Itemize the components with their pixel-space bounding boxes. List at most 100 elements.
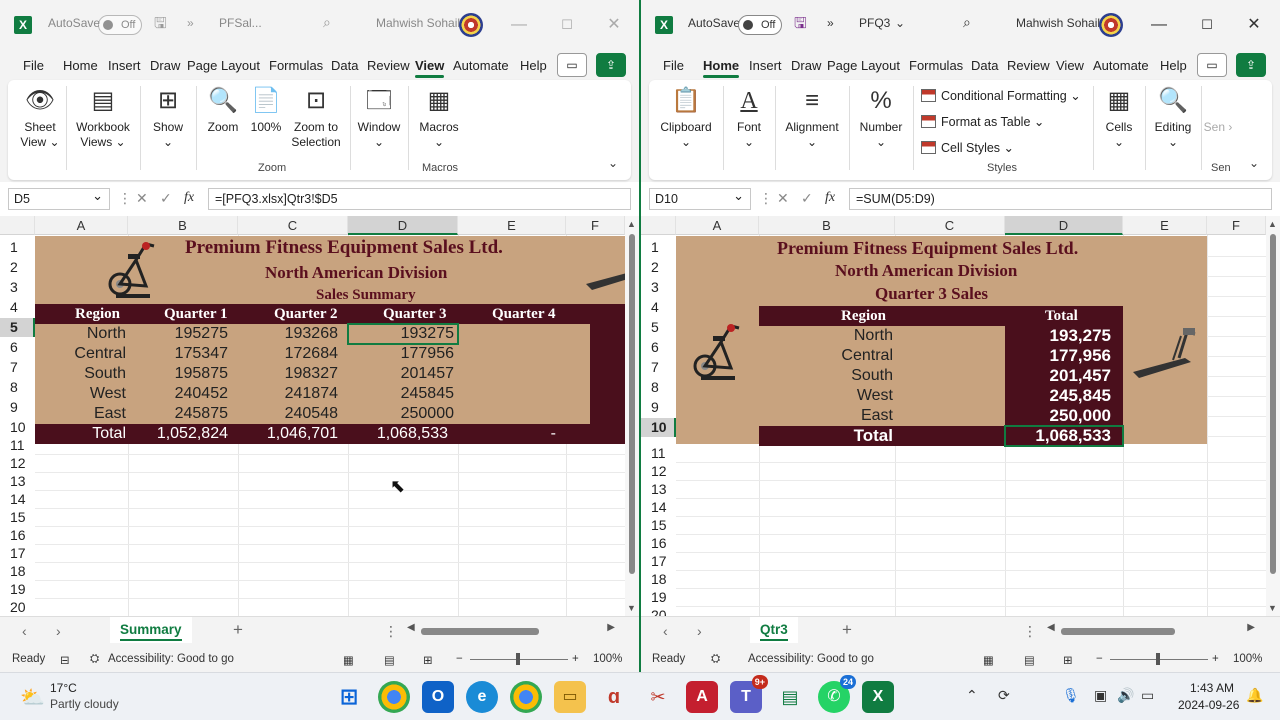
outlook-icon[interactable]: O (422, 681, 454, 713)
menu-help[interactable]: Help (1160, 58, 1187, 73)
editing-button[interactable]: 🔍 Editing ⌄ (1149, 86, 1197, 150)
total-value-cell[interactable]: 193,275 (1005, 326, 1111, 346)
column-header-a[interactable]: A (35, 216, 128, 235)
row-header-9[interactable]: 9 (641, 398, 676, 417)
zoom-level[interactable]: 100% (1233, 653, 1262, 665)
sensitivity-button[interactable]: Sen › (1203, 86, 1233, 135)
sync-icon[interactable]: ⟳ (998, 687, 1010, 704)
row-header-14[interactable]: 14 (0, 490, 35, 509)
formula-input[interactable]: =[PFQ3.xlsx]Qtr3!$D5 (208, 188, 631, 210)
menu-file[interactable]: File (663, 58, 684, 73)
row-header-19[interactable]: 19 (641, 588, 676, 607)
volume-icon[interactable]: 🔊 (1117, 687, 1134, 704)
vertical-scrollbar[interactable]: ▲ ▼ (1266, 216, 1280, 616)
menu-automate[interactable]: Automate (1093, 58, 1149, 73)
next-sheet-icon[interactable]: › (56, 623, 61, 639)
q1-cell[interactable]: 245875 (128, 404, 228, 424)
total-q1[interactable]: 1,052,824 (128, 424, 228, 444)
workbook-views-button[interactable]: ▤ Workbook Views ⌄ (72, 86, 134, 150)
menu-automate[interactable]: Automate (453, 58, 509, 73)
row-header-9[interactable]: 9 (0, 398, 35, 417)
row-header-11[interactable]: 11 (641, 444, 676, 463)
tab-options-icon[interactable]: ⋮ (384, 623, 398, 640)
save-icon[interactable]: 🖫 (794, 13, 807, 38)
zoom-level[interactable]: 100% (593, 653, 622, 665)
total-label[interactable]: Total (759, 426, 893, 446)
menu-formulas[interactable]: Formulas (269, 58, 323, 73)
cancel-icon[interactable]: ✕ (777, 190, 789, 207)
enter-icon[interactable]: ✓ (801, 190, 813, 207)
region-cell[interactable]: East (759, 406, 893, 426)
clock-time[interactable]: 1:43 AM (1190, 681, 1234, 695)
close-icon[interactable]: ✕ (1241, 12, 1267, 38)
zoom-to-selection-button[interactable]: ⊡ Zoom to Selection (288, 86, 344, 150)
maximize-icon[interactable]: ☐ (1194, 12, 1220, 38)
q3-cell[interactable]: 201457 (348, 364, 454, 384)
row-header-10[interactable]: 10 (0, 418, 35, 437)
column-header-e[interactable]: E (458, 216, 566, 235)
menu-review[interactable]: Review (367, 58, 410, 73)
formula-input[interactable]: =SUM(D5:D9) (849, 188, 1272, 210)
column-header-b[interactable]: B (128, 216, 238, 235)
row-header-8[interactable]: 8 (641, 378, 676, 397)
menu-home[interactable]: Home (703, 58, 740, 78)
menu-insert[interactable]: Insert (749, 58, 782, 73)
ribbon-collapse-icon[interactable]: ⌄ (608, 156, 618, 170)
row-header-2[interactable]: 2 (0, 258, 35, 277)
weather-desc[interactable]: Partly cloudy (50, 697, 119, 711)
column-header-c[interactable]: C (895, 216, 1005, 235)
row-header-8[interactable]: 8 (0, 378, 35, 397)
q2-cell[interactable]: 172684 (238, 344, 338, 364)
zoom-100-button[interactable]: 📄 100% (248, 86, 284, 135)
comments-icon[interactable]: ▭ (557, 53, 587, 77)
row-header-1[interactable]: 1 (0, 238, 35, 257)
access-icon[interactable]: A (686, 681, 718, 713)
show-hidden-icons[interactable]: ⌃ (966, 687, 978, 704)
name-box[interactable]: D5 (8, 186, 110, 210)
network-icon[interactable]: ▣ (1094, 687, 1107, 704)
total-value-cell[interactable]: 201,457 (1005, 366, 1111, 386)
conditional-formatting-button[interactable]: Conditional Formatting ⌄ (921, 88, 1081, 103)
corner-select-all[interactable] (0, 216, 35, 235)
row-header-2[interactable]: 2 (641, 258, 676, 277)
region-cell[interactable]: North (35, 324, 126, 344)
ribbon-collapse-icon[interactable]: ⌄ (1249, 156, 1259, 170)
microphone-icon[interactable]: 🎙 (1062, 687, 1080, 704)
region-cell[interactable]: Central (759, 346, 893, 366)
row-header-15[interactable]: 15 (0, 508, 35, 527)
row-header-12[interactable]: 12 (0, 454, 35, 473)
menu-review[interactable]: Review (1007, 58, 1050, 73)
row-header-17[interactable]: 17 (641, 552, 676, 571)
macro-record-icon[interactable]: ⊟ (60, 653, 70, 667)
cancel-icon[interactable]: ✕ (136, 190, 148, 207)
page-break-icon[interactable]: ⊞ (1063, 653, 1073, 667)
row-header-4[interactable]: 4 (0, 298, 35, 317)
accessibility-icon[interactable]: ⛭ (90, 653, 99, 666)
row-header-3[interactable]: 3 (0, 278, 35, 297)
clock-date[interactable]: 2024-09-26 (1178, 698, 1239, 712)
name-box[interactable]: D10 (649, 186, 751, 210)
vertical-scrollbar[interactable]: ▲ ▼ (625, 216, 639, 616)
row-header-15[interactable]: 15 (641, 516, 676, 535)
column-header-c[interactable]: C (238, 216, 348, 235)
q1-cell[interactable]: 175347 (128, 344, 228, 364)
menu-draw[interactable]: Draw (791, 58, 821, 73)
normal-view-icon[interactable]: ▦ (983, 653, 994, 667)
prev-sheet-icon[interactable]: ‹ (22, 623, 27, 639)
region-cell[interactable]: West (35, 384, 126, 404)
total-value-cell[interactable]: 245,845 (1005, 386, 1111, 406)
zoom-in-icon[interactable]: + (572, 653, 579, 665)
total-value-cell[interactable]: 250,000 (1005, 406, 1111, 426)
region-cell[interactable]: West (759, 386, 893, 406)
avatar[interactable] (459, 13, 483, 37)
column-header-d[interactable]: D (1005, 216, 1123, 235)
format-as-table-button[interactable]: Format as Table ⌄ (921, 114, 1044, 129)
sheet-tab-qtr3[interactable]: Qtr3 (750, 617, 798, 643)
snipping-tool-icon[interactable]: ✂ (642, 681, 674, 713)
menu-formulas[interactable]: Formulas (909, 58, 963, 73)
row-header-18[interactable]: 18 (641, 570, 676, 589)
search-icon[interactable]: ⌕ (963, 14, 971, 31)
avatar[interactable] (1099, 13, 1123, 37)
row-header-7[interactable]: 7 (641, 358, 676, 377)
zoom-in-icon[interactable]: + (1212, 653, 1219, 665)
